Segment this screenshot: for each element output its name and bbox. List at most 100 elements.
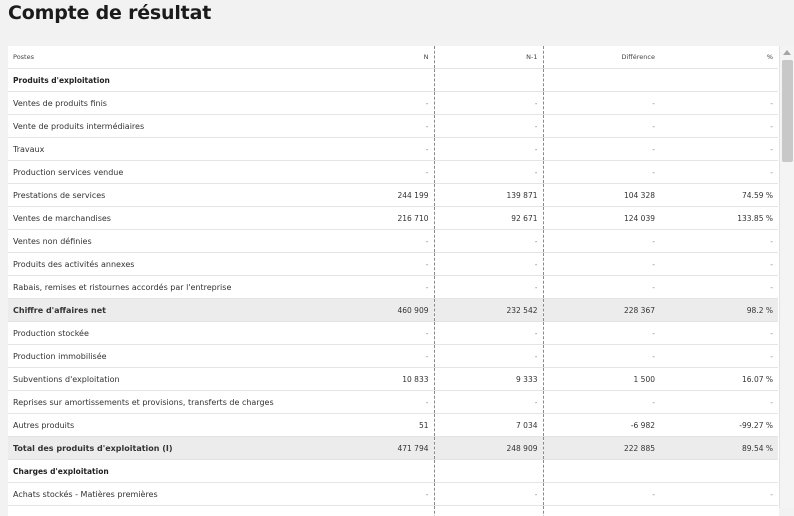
cell-n: - (320, 322, 434, 345)
cell-difference (543, 460, 660, 483)
table-header-row: Postes N N-1 Différence % (8, 46, 778, 69)
cell-n: 51 (320, 414, 434, 437)
cell-percent: - (660, 161, 778, 184)
total-row: Total des produits d'exploitation (I)471… (8, 437, 778, 460)
cell-n (320, 460, 434, 483)
table-row: Rabais, remises et ristournes accordés p… (8, 276, 778, 299)
cell-difference: - (543, 322, 660, 345)
vertical-scrollbar[interactable] (779, 46, 794, 508)
row-label (8, 506, 320, 516)
table-row: Vente de produits intermédiaires---- (8, 115, 778, 138)
section-header-row: Charges d'exploitation (8, 460, 778, 483)
table-row: Achats stockés - Matières premières---- (8, 483, 778, 506)
row-label: Produits des activités annexes (8, 253, 320, 276)
row-label: Reprises sur amortissements et provision… (8, 391, 320, 414)
total-row: Chiffre d'affaires net460 909232 542228 … (8, 299, 778, 322)
row-label: Production services vendue (8, 161, 320, 184)
scrollbar-thumb[interactable] (782, 60, 793, 162)
cell-difference: 104 328 (543, 184, 660, 207)
cell-percent: - (660, 276, 778, 299)
cell-n: 216 710 (320, 207, 434, 230)
cell-difference: 1 500 (543, 368, 660, 391)
cell-n: 471 794 (320, 437, 434, 460)
cell-percent: 16.07 % (660, 368, 778, 391)
row-label: Total des produits d'exploitation (I) (8, 437, 320, 460)
cell-n1: - (434, 115, 543, 138)
row-label: Vente de produits intermédiaires (8, 115, 320, 138)
column-header-difference[interactable]: Différence (543, 46, 660, 69)
cell-percent: 89.54 % (660, 437, 778, 460)
row-label: Travaux (8, 138, 320, 161)
cell-n: - (320, 345, 434, 368)
cell-difference: 124 039 (543, 207, 660, 230)
column-header-postes[interactable]: Postes (8, 46, 320, 69)
table-row: Ventes de marchandises216 71092 671124 0… (8, 207, 778, 230)
cell-n1: - (434, 230, 543, 253)
income-statement-card: Postes N N-1 Différence % Produits d'exp… (8, 46, 779, 516)
cell-n1 (434, 506, 543, 516)
cell-n: - (320, 253, 434, 276)
cell-percent: - (660, 253, 778, 276)
table-row: Production services vendue---- (8, 161, 778, 184)
cell-difference: - (543, 161, 660, 184)
cell-percent: 74.59 % (660, 184, 778, 207)
cell-percent: - (660, 322, 778, 345)
cell-n: 460 909 (320, 299, 434, 322)
row-label: Produits d'exploitation (8, 69, 320, 92)
row-label: Ventes de marchandises (8, 207, 320, 230)
cell-n1: 92 671 (434, 207, 543, 230)
cell-n: 10 833 (320, 368, 434, 391)
cell-n: - (320, 391, 434, 414)
section-header-row: Produits d'exploitation (8, 69, 778, 92)
cell-percent: - (660, 391, 778, 414)
cell-n1: - (434, 92, 543, 115)
cell-n: - (320, 92, 434, 115)
row-label: Production stockée (8, 322, 320, 345)
cell-percent: -99.27 % (660, 414, 778, 437)
cell-n: - (320, 115, 434, 138)
table-row: Subventions d'exploitation10 8339 3331 5… (8, 368, 778, 391)
cell-percent: - (660, 115, 778, 138)
cell-n1 (434, 460, 543, 483)
cell-n: - (320, 161, 434, 184)
cell-n1: - (434, 391, 543, 414)
cell-difference: - (543, 115, 660, 138)
cell-n1: 232 542 (434, 299, 543, 322)
column-header-percent[interactable]: % (660, 46, 778, 69)
cell-difference (543, 506, 660, 516)
row-label: Achats stockés - Matières premières (8, 483, 320, 506)
row-label: Subventions d'exploitation (8, 368, 320, 391)
cell-n1: - (434, 345, 543, 368)
cell-n1: - (434, 322, 543, 345)
cell-percent (660, 69, 778, 92)
cell-n: - (320, 230, 434, 253)
cell-percent (660, 460, 778, 483)
cell-difference: - (543, 138, 660, 161)
row-label: Autres produits (8, 414, 320, 437)
cell-n: - (320, 276, 434, 299)
cell-n (320, 506, 434, 516)
cell-n1: - (434, 276, 543, 299)
cell-difference: - (543, 391, 660, 414)
cell-percent: 98.2 % (660, 299, 778, 322)
cell-n1: 248 909 (434, 437, 543, 460)
cell-difference: 222 885 (543, 437, 660, 460)
cell-difference: - (543, 345, 660, 368)
page-title: Compte de résultat (8, 2, 211, 24)
table-row (8, 506, 778, 516)
row-label: Production immobilisée (8, 345, 320, 368)
row-label: Charges d'exploitation (8, 460, 320, 483)
scroll-up-icon[interactable] (783, 50, 791, 55)
table-row: Production immobilisée---- (8, 345, 778, 368)
column-header-n[interactable]: N (320, 46, 434, 69)
table-row: Produits des activités annexes---- (8, 253, 778, 276)
column-header-n1[interactable]: N-1 (434, 46, 543, 69)
cell-difference: 228 367 (543, 299, 660, 322)
cell-difference: - (543, 483, 660, 506)
cell-n: 244 199 (320, 184, 434, 207)
cell-difference (543, 69, 660, 92)
cell-n (320, 69, 434, 92)
cell-percent: - (660, 92, 778, 115)
cell-n1: - (434, 483, 543, 506)
table-row: Production stockée---- (8, 322, 778, 345)
